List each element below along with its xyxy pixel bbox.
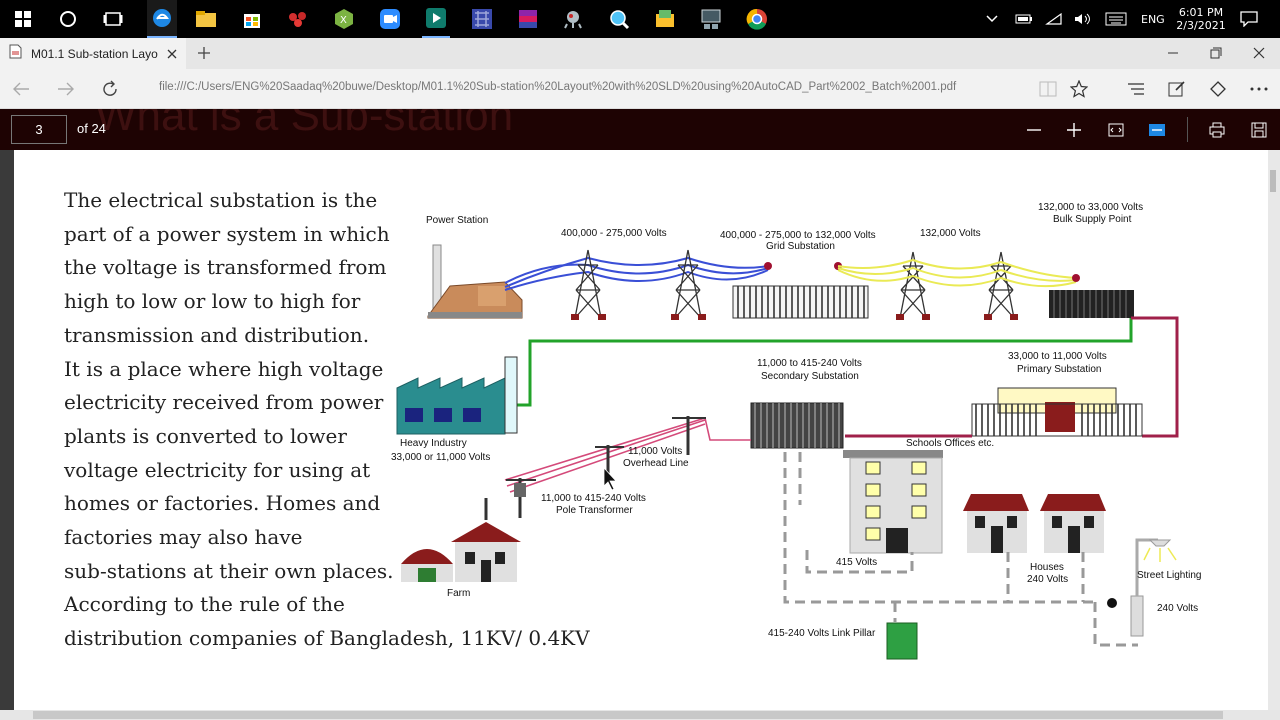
- label-bulk-supply-voltage: 132,000 to 33,000 Volts: [1038, 202, 1144, 213]
- heavy-industry-graphic: [396, 356, 518, 435]
- horizontal-scroll-thumb[interactable]: [33, 711, 1223, 719]
- label-heavy-industry: Heavy Industry: [400, 438, 467, 449]
- horizontal-scrollbar[interactable]: [0, 710, 1280, 720]
- maroon-feeder-line: [1131, 316, 1179, 438]
- bulk-supply-point-graphic: [1049, 290, 1134, 318]
- label-132kv: 132,000 Volts: [920, 228, 981, 239]
- label-grid-substation-voltage: 400,000 - 275,000 to 132,000 Volts: [720, 230, 876, 241]
- label-400-275kv: 400,000 - 275,000 Volts: [561, 228, 667, 239]
- label-heavy-industry-voltage: 33,000 or 11,000 Volts: [391, 452, 491, 463]
- label-secondary-substation: Secondary Substation: [761, 371, 859, 382]
- farm-graphic: [401, 522, 521, 582]
- houses-graphic: [963, 494, 1106, 553]
- label-pole-transformer: Pole Transformer: [556, 505, 633, 516]
- label-primary-voltage: 33,000 to 11,000 Volts: [1008, 351, 1107, 362]
- pole-transformer-graphic: [514, 483, 526, 497]
- mouse-cursor-icon: [603, 466, 617, 491]
- primary-substation-graphic: [971, 387, 1143, 437]
- label-overhead-voltage: 11,000 Volts: [628, 446, 683, 457]
- label-415v: 415 Volts: [836, 557, 878, 568]
- label-240v: 240 Volts: [1157, 603, 1199, 614]
- label-grid-substation: Grid Substation: [766, 241, 835, 252]
- label-houses: Houses: [1030, 562, 1064, 573]
- link-pillar-graphic: [886, 622, 918, 660]
- label-houses-voltage: 240 Volts: [1027, 574, 1069, 585]
- street-lighting-graphic: [1130, 538, 1177, 637]
- transmission-lines-yellow: [837, 258, 1077, 288]
- secondary-substation-graphic: [750, 402, 844, 449]
- label-street-lighting: Street Lighting: [1137, 570, 1202, 581]
- label-schools-offices: Schools Offices etc.: [906, 438, 995, 449]
- label-bulk-supply-point: Bulk Supply Point: [1053, 214, 1132, 225]
- label-pole-transformer-voltage: 11,000 to 415-240 Volts: [541, 493, 646, 504]
- label-farm: Farm: [447, 588, 471, 599]
- label-link-pillar: 415-240 Volts Link Pillar: [768, 628, 876, 639]
- label-overhead-line: Overhead Line: [623, 458, 689, 469]
- label-power-station: Power Station: [426, 215, 489, 226]
- transmission-lines-blue: [504, 256, 769, 291]
- label-secondary-voltage: 11,000 to 415-240 Volts: [757, 358, 862, 369]
- label-primary-substation: Primary Substation: [1017, 364, 1102, 375]
- office-building-graphic: [843, 450, 943, 554]
